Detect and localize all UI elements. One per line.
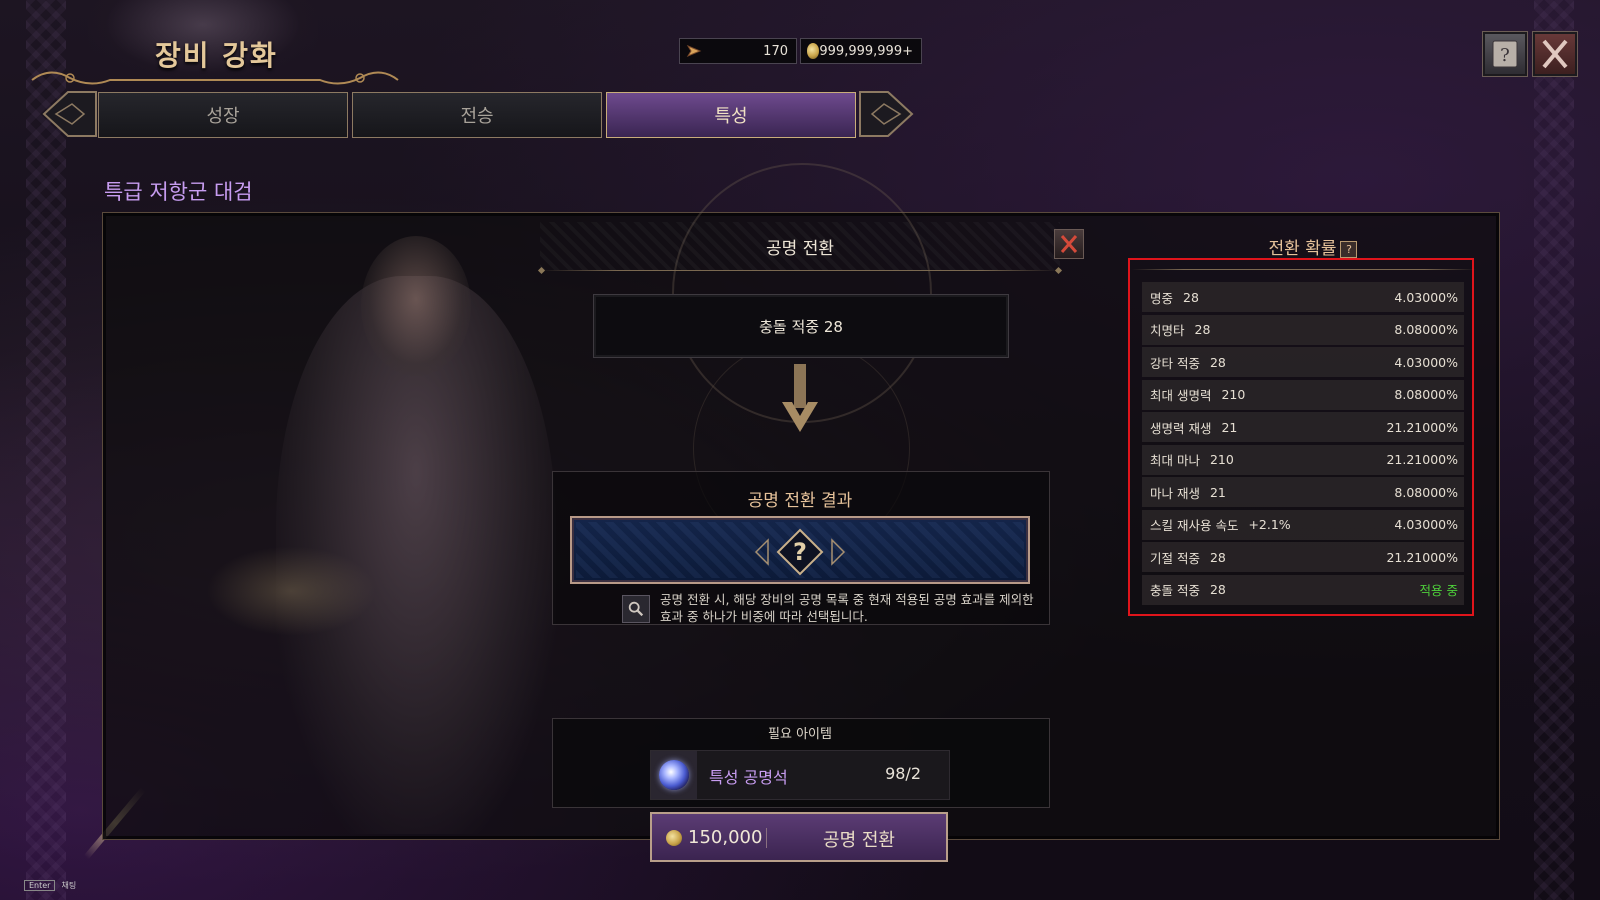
probability-help-icon[interactable]: ? — [1340, 240, 1358, 258]
probability-row-chance: 4.03000% — [1394, 517, 1458, 532]
tab-inheritance-label: 전승 — [460, 106, 494, 127]
ticket-count: 170 — [763, 43, 788, 59]
convert-cost: 150,000 — [666, 827, 762, 848]
probability-row: 생명력 재생 21 21.21000% — [1142, 412, 1464, 442]
probability-row-value: 28 — [1183, 289, 1199, 305]
tab-trait-label: 특성 — [714, 106, 748, 127]
required-item-row[interactable]: 특성 공명석 98/2 — [650, 750, 950, 800]
probability-row-value: 28 — [1209, 582, 1226, 597]
probability-row-name: 충돌 적중 — [1150, 583, 1200, 598]
probability-row-value: 28 — [1194, 322, 1211, 337]
button-separator — [766, 828, 767, 848]
tab-right-arrow-ornament — [859, 91, 914, 137]
probability-row-chance: 21.21000% — [1386, 452, 1458, 467]
probability-row-chance: 적용 중 — [1419, 583, 1458, 598]
probability-row-name: 스킬 재사용 속도 — [1150, 518, 1239, 533]
probability-row-value: 21 — [1221, 419, 1238, 435]
conversion-info-text: 공명 전환 시, 해당 장비의 공명 목록 중 현재 적용된 공명 효과를 제외… — [660, 592, 1034, 624]
help-book-icon: ? — [1492, 40, 1518, 68]
conversion-title: 공명 전환 — [766, 239, 834, 259]
right-border-pattern — [1534, 0, 1574, 900]
result-title: 공명 전환 결과 — [747, 491, 853, 511]
probability-title-text: 전환 확률 — [1268, 239, 1337, 259]
probability-row-value: 21 — [1209, 484, 1226, 500]
close-button[interactable] — [1532, 31, 1578, 77]
required-item-name: 특성 공명석 — [709, 768, 788, 787]
tab-growth[interactable]: 성장 — [98, 92, 348, 138]
probability-row: 마나 재생 21 8.08000% — [1142, 477, 1464, 507]
magnifier-icon — [622, 595, 650, 623]
probability-row-value: 28 — [1209, 549, 1226, 565]
gold-amount: 999,999,999+ — [819, 43, 913, 59]
character-weapon — [206, 546, 376, 636]
probability-row-chance: 4.03000% — [1394, 354, 1458, 370]
probability-row: 충돌 적중 28 적용 중 — [1142, 574, 1464, 605]
probability-title: 전환 확률? — [1128, 234, 1498, 259]
character-head — [361, 236, 471, 376]
ticket-currency: 170 — [679, 38, 797, 64]
probability-row-chance: 8.08000% — [1394, 387, 1458, 402]
probability-row-name: 강타 적중 — [1150, 355, 1200, 371]
probability-row-value: 210 — [1221, 387, 1246, 402]
probability-row: 강타 적중 28 4.03000% — [1142, 347, 1464, 377]
probability-row-name: 최대 생명력 — [1150, 388, 1212, 403]
tab-growth-label: 성장 — [206, 106, 240, 127]
probability-row-chance: 4.03000% — [1394, 289, 1458, 305]
probability-list: 명중 28 4.03000% 치명타 28 8.08000% 강타 적중 28 4.03000%… — [1142, 282, 1464, 607]
probability-row-name: 치명타 — [1150, 323, 1185, 338]
probability-row-name: 생명력 재생 — [1150, 420, 1212, 436]
probability-row-value: 28 — [1209, 354, 1226, 370]
current-effect-box: 충돌 적중 28 — [593, 294, 1009, 358]
probability-divider — [1132, 269, 1476, 270]
required-item-count: 98/2 — [885, 764, 921, 783]
probability-row: 스킬 재사용 속도 +2.1% 4.03000% — [1142, 509, 1464, 540]
probability-row: 최대 생명력 210 8.08000% — [1142, 379, 1464, 410]
gold-coin-icon — [807, 43, 820, 59]
close-icon — [1542, 39, 1568, 69]
probability-row-name: 기절 적중 — [1150, 550, 1200, 566]
convert-cost-value: 150,000 — [688, 827, 763, 848]
probability-row: 최대 마나 210 21.21000% — [1142, 444, 1464, 475]
enter-key: Enter — [24, 880, 56, 891]
probability-row-value: +2.1% — [1248, 517, 1291, 532]
probability-row-name: 명중 — [1150, 290, 1174, 306]
current-effect-text: 충돌 적중 28 — [759, 317, 843, 336]
down-arrow-icon — [782, 364, 818, 432]
convert-button-label: 공명 전환 — [823, 830, 895, 851]
svg-text:?: ? — [793, 538, 807, 566]
conversion-divider — [540, 270, 1060, 271]
probability-row: 치명타 28 8.08000% — [1142, 314, 1464, 345]
tab-trait[interactable]: 특성 — [606, 92, 856, 138]
required-item-title: 필요 아이템 — [768, 727, 832, 742]
probability-row-chance: 21.21000% — [1386, 549, 1458, 565]
probability-row-name: 최대 마나 — [1150, 453, 1200, 468]
probability-row-chance: 8.08000% — [1394, 322, 1458, 337]
gold-currency: 999,999,999+ — [800, 38, 922, 64]
probability-row-value: 210 — [1209, 452, 1234, 467]
svg-text:?: ? — [1500, 45, 1510, 66]
character-preview — [106, 216, 566, 834]
probability-row-chance: 21.21000% — [1386, 419, 1458, 435]
tab-left-arrow-ornament — [42, 91, 97, 137]
chat-hint: Enter 채팅 — [24, 880, 76, 891]
resonance-stone-icon — [651, 751, 697, 799]
probability-row-chance: 8.08000% — [1394, 484, 1458, 500]
item-name: 특급 저항군 대검 — [104, 180, 253, 204]
probability-row: 기절 적중 28 21.21000% — [1142, 542, 1464, 572]
enter-key-label: 채팅 — [61, 881, 77, 890]
tab-bar: 성장 전승 특성 — [42, 88, 914, 140]
ticket-icon — [686, 44, 702, 58]
gold-coin-icon — [666, 829, 682, 846]
conversion-close-button[interactable] — [1054, 229, 1084, 259]
unknown-result-icon: ? — [754, 528, 846, 576]
probability-row-name: 마나 재생 — [1150, 485, 1200, 501]
tab-inheritance[interactable]: 전승 — [352, 92, 602, 138]
resonance-convert-button[interactable]: 150,000 공명 전환 — [650, 812, 948, 862]
probability-row: 명중 28 4.03000% — [1142, 282, 1464, 312]
close-icon — [1060, 235, 1078, 253]
help-button[interactable]: ? — [1482, 31, 1528, 77]
